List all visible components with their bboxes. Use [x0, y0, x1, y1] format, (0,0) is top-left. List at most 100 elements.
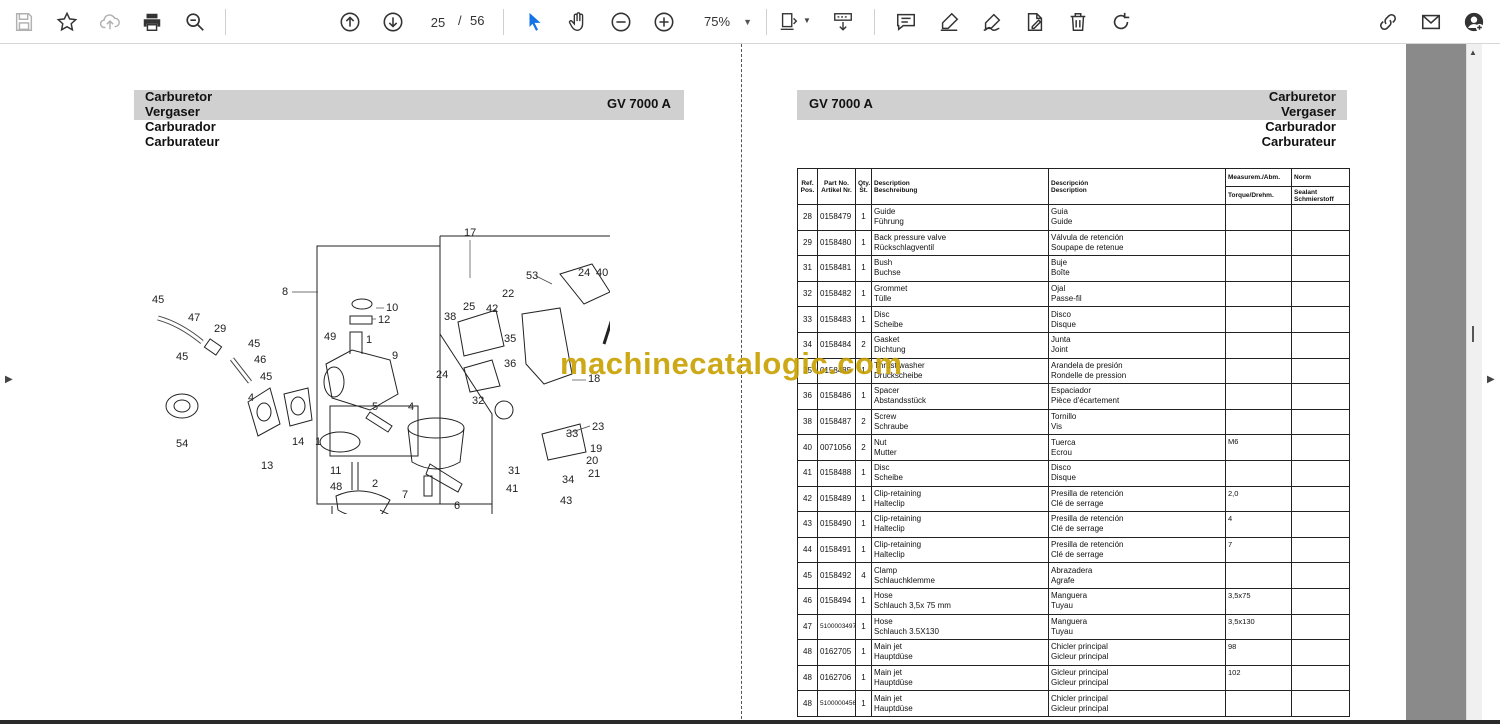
cell-descripcion: Chicler principal Gicleur principal: [1048, 639, 1226, 666]
edit-document-icon[interactable]: [1020, 7, 1050, 37]
cell-description: Main jet Hauptdüse: [871, 639, 1049, 666]
account-user-icon[interactable]: [1459, 7, 1489, 37]
draw-signature-icon[interactable]: [977, 7, 1007, 37]
cell-measurem: [1225, 562, 1292, 589]
scrollbar-thumb[interactable]: [1472, 326, 1474, 342]
carburetor-exploded-diagram: 17 8 10 12 49 1 9 45 47 29 45 45 46 45 4…: [152, 227, 610, 514]
cell-measurem: [1225, 229, 1292, 257]
cell-norm: [1291, 408, 1350, 436]
zoom-out-icon[interactable]: [606, 7, 636, 37]
title-es: Carburador: [1265, 119, 1336, 134]
vertical-scrollbar[interactable]: [1466, 44, 1482, 724]
cell-description: Spacer Abstandsstück: [871, 383, 1049, 410]
cell-measurem: [1225, 690, 1292, 717]
document-viewer[interactable]: ▶ Carburetor Vergaser Carburador Carbura…: [0, 44, 1500, 724]
page-number-input[interactable]: 25: [420, 9, 456, 35]
callout-46: 46: [254, 354, 266, 366]
save-icon[interactable]: [9, 7, 39, 37]
callout-31: 31: [508, 465, 520, 477]
upload-cloud-icon[interactable]: [95, 7, 125, 37]
bookmark-star-icon[interactable]: [52, 7, 82, 37]
cell-descripcion: Ojal Passe-fil: [1048, 280, 1226, 308]
email-icon[interactable]: [1416, 7, 1446, 37]
cell-ref: 38: [797, 408, 818, 436]
cell-norm: [1291, 613, 1350, 641]
table-row: 38 0158487 2 Screw Schraube Tornillo Vis: [797, 408, 1350, 436]
cell-norm: [1291, 434, 1350, 461]
callout-20: 20: [586, 455, 598, 467]
cell-descripcion: Disco Disque: [1048, 459, 1226, 487]
screw-part: [423, 475, 433, 497]
hand-pan-icon[interactable]: [563, 7, 593, 37]
cell-measurem: [1225, 204, 1292, 231]
cell-norm: [1291, 357, 1350, 385]
cell-qty: 1: [855, 511, 872, 538]
page-fit-icon[interactable]: [774, 7, 804, 37]
comment-icon[interactable]: [891, 7, 921, 37]
header-part-no: Part No. Artikel Nr.: [817, 168, 856, 205]
callout-41: 41: [506, 483, 518, 495]
rotate-redo-icon[interactable]: [1106, 7, 1136, 37]
title-en: Carburetor: [145, 89, 213, 104]
callout-9: 9: [392, 350, 398, 362]
cell-ref: 45: [797, 562, 818, 589]
cell-description: Disc Scheibe: [871, 459, 1049, 487]
cell-qty: 1: [855, 255, 872, 282]
plug-part: [351, 298, 373, 310]
expand-left-panel-icon[interactable]: ▶: [5, 374, 13, 385]
callout-13: 13: [261, 460, 273, 472]
cell-descripcion: Presilla de retención Clé de serrage: [1048, 536, 1226, 564]
cell-part-no: 0158486: [817, 383, 856, 410]
cell-description: Screw Schraube: [871, 408, 1049, 436]
cell-ref: 29: [797, 229, 818, 257]
previous-page-icon[interactable]: [335, 7, 365, 37]
callout-4: 4: [408, 401, 414, 413]
callout-1: 1: [366, 334, 372, 346]
jet-part: [351, 462, 359, 490]
next-page-icon[interactable]: [378, 7, 408, 37]
cell-descripcion: Tuerca Ecrou: [1048, 434, 1226, 461]
share-link-icon[interactable]: [1373, 7, 1403, 37]
callout-4: 4: [248, 392, 254, 404]
scroll-up-arrow-icon[interactable]: ▲: [1469, 48, 1477, 57]
cell-part-no: 0158483: [817, 306, 856, 333]
print-icon[interactable]: [137, 7, 167, 37]
zoom-level-dropdown[interactable]: 75% ▼: [696, 9, 756, 35]
callout-21: 21: [588, 468, 600, 480]
delete-trash-icon[interactable]: [1063, 7, 1093, 37]
header-measurem: Measurem./Abm.: [1225, 168, 1292, 187]
callout-11: 11: [330, 465, 341, 477]
scroll-mode-icon[interactable]: [828, 7, 858, 37]
table-header-row: Ref. Pos. Part No. Artikel Nr. Qty. St. Des…: [797, 168, 1350, 205]
cell-ref: 46: [797, 587, 818, 615]
callout-17: 17: [464, 227, 476, 239]
cell-ref: 41: [797, 459, 818, 487]
highlight-pen-icon[interactable]: [934, 7, 964, 37]
header-description: Description Beschreibung: [871, 168, 1049, 205]
table-row: 29 0158480 1 Back pressure valve Rückschlagv…: [797, 229, 1350, 257]
cell-part-no: 5100003497: [817, 613, 856, 641]
zoom-search-icon[interactable]: [180, 7, 210, 37]
cell-part-no: 0158480: [817, 229, 856, 257]
toolbar-divider: [503, 9, 504, 35]
rod-part: [602, 320, 610, 345]
expand-right-panel-icon[interactable]: ▶: [1487, 374, 1495, 385]
cell-description: Hose Schlauch 3,5x 75 mm: [871, 587, 1049, 615]
cell-descripcion: Guia Guide: [1048, 204, 1226, 231]
callout-22: 22: [502, 288, 514, 300]
zoom-in-icon[interactable]: [649, 7, 679, 37]
cell-qty: 1: [855, 229, 872, 257]
cell-part-no: 0158490: [817, 511, 856, 538]
cell-measurem: 3,5x130: [1225, 613, 1292, 641]
cell-ref: 48: [797, 690, 818, 717]
callout-19: 19: [590, 443, 602, 455]
cell-qty: 1: [855, 383, 872, 410]
select-cursor-icon[interactable]: [520, 7, 550, 37]
o-ring-part: [319, 431, 361, 453]
cell-descripcion: Junta Joint: [1048, 331, 1226, 359]
cell-norm: [1291, 306, 1350, 333]
callout-24: 24: [436, 369, 448, 381]
cell-norm: [1291, 383, 1350, 410]
callout-42: 42: [486, 303, 498, 315]
chevron-down-icon[interactable]: ▼: [803, 16, 811, 25]
